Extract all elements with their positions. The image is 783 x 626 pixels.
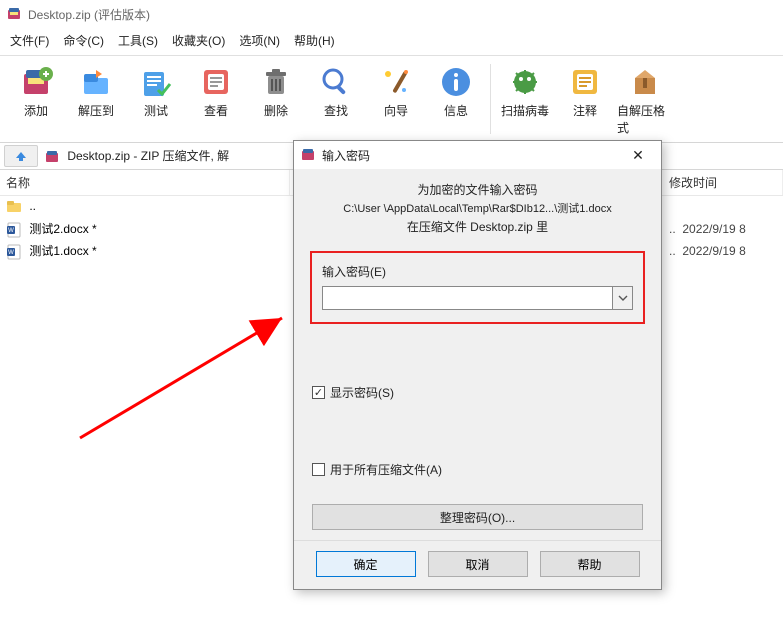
menu-fav[interactable]: 收藏夹(O) <box>172 32 225 49</box>
ok-button[interactable]: 确定 <box>316 551 416 577</box>
use-all-label: 用于所有压缩文件(A) <box>330 461 442 478</box>
test-icon <box>138 64 174 100</box>
sfx-icon <box>627 64 663 100</box>
dialog-titlebar[interactable]: 输入密码 ✕ <box>294 141 661 169</box>
comment-icon <box>567 64 603 100</box>
col-date[interactable]: 修改时间 <box>663 170 783 195</box>
dialog-footer: 确定 取消 帮助 <box>294 540 661 589</box>
cancel-button[interactable]: 取消 <box>428 551 528 577</box>
help-button[interactable]: 帮助 <box>540 551 640 577</box>
docx-icon: W <box>6 244 22 260</box>
app-icon <box>6 6 22 22</box>
menubar: 文件(F) 命令(C) 工具(S) 收藏夹(O) 选项(N) 帮助(H) <box>0 28 783 56</box>
organize-passwords-button[interactable]: 整理密码(O)... <box>312 504 643 530</box>
toolbar-find[interactable]: 查找 <box>306 60 366 138</box>
password-history-dropdown[interactable] <box>613 286 633 310</box>
toolbar-separator <box>490 64 491 134</box>
password-dialog: 输入密码 ✕ 为加密的文件输入密码 C:\User \AppData\Local… <box>293 140 662 590</box>
password-group: 输入密码(E) <box>310 251 645 324</box>
svg-text:W: W <box>8 250 14 256</box>
use-all-row[interactable]: 用于所有压缩文件(A) <box>312 461 643 478</box>
delete-icon <box>258 64 294 100</box>
toolbar-sfx[interactable]: 自解压格式 <box>615 60 675 138</box>
titlebar: Desktop.zip (评估版本) <box>0 0 783 28</box>
archive-icon <box>44 149 60 165</box>
password-label: 输入密码(E) <box>322 263 633 280</box>
wizard-icon <box>378 64 414 100</box>
use-all-checkbox[interactable] <box>312 463 325 476</box>
folder-icon <box>6 199 22 215</box>
toolbar-test[interactable]: 测试 <box>126 60 186 138</box>
dialog-path: C:\User \AppData\Local\Temp\Rar$DIb12...… <box>312 200 643 216</box>
toolbar-info[interactable]: 信息 <box>426 60 486 138</box>
toolbar-virus[interactable]: 扫描病毒 <box>495 60 555 138</box>
window-title: Desktop.zip (评估版本) <box>28 6 150 23</box>
toolbar-delete[interactable]: 删除 <box>246 60 306 138</box>
menu-help[interactable]: 帮助(H) <box>294 32 335 49</box>
password-input[interactable] <box>322 286 613 310</box>
menu-options[interactable]: 选项(N) <box>239 32 280 49</box>
toolbar-extract[interactable]: 解压到 <box>66 60 126 138</box>
show-password-row[interactable]: ✓ 显示密码(S) <box>312 384 643 401</box>
show-password-checkbox[interactable]: ✓ <box>312 386 325 399</box>
toolbar-add[interactable]: 添加 <box>6 60 66 138</box>
toolbar-comment[interactable]: 注释 <box>555 60 615 138</box>
svg-text:W: W <box>8 228 14 234</box>
extract-icon <box>78 64 114 100</box>
docx-icon: W <box>6 222 22 238</box>
col-name[interactable]: 名称 <box>0 170 290 195</box>
menu-file[interactable]: 文件(F) <box>10 32 49 49</box>
close-icon[interactable]: ✕ <box>621 145 655 165</box>
menu-command[interactable]: 命令(C) <box>63 32 104 49</box>
toolbar: 添加 解压到 测试 查看 删除 查找 向导 <box>0 56 783 143</box>
toolbar-view[interactable]: 查看 <box>186 60 246 138</box>
info-icon <box>438 64 474 100</box>
app-icon <box>300 147 316 163</box>
dialog-title: 输入密码 <box>322 147 370 164</box>
show-password-label: 显示密码(S) <box>330 384 394 401</box>
up-button[interactable] <box>4 145 38 167</box>
view-icon <box>198 64 234 100</box>
dialog-inzip: 在压缩文件 Desktop.zip 里 <box>312 218 643 235</box>
menu-tools[interactable]: 工具(S) <box>118 32 158 49</box>
find-icon <box>318 64 354 100</box>
add-icon <box>18 64 54 100</box>
toolbar-wizard[interactable]: 向导 <box>366 60 426 138</box>
virus-icon <box>507 64 543 100</box>
dialog-hint: 为加密的文件输入密码 <box>312 181 643 198</box>
